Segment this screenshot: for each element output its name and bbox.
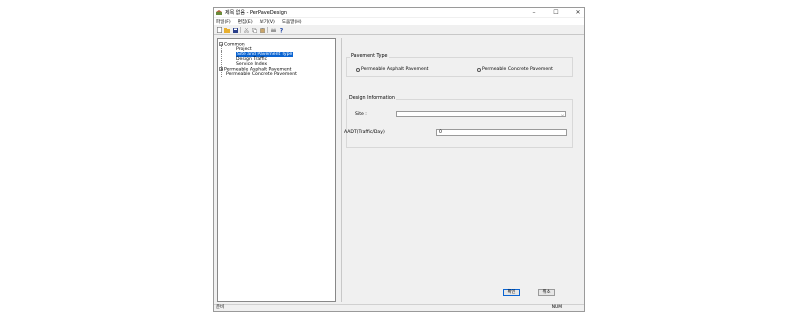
site-label: Site : [355, 112, 367, 117]
site-select[interactable]: ⌵ [396, 111, 566, 117]
radio-permeable-asphalt[interactable]: Permeable Asphalt Pavement [356, 67, 429, 72]
tree-connector-line [221, 51, 222, 77]
pavement-type-title: Pavement Type [350, 54, 389, 59]
expand-icon[interactable]: + [219, 67, 223, 72]
tree-node-permeable-concrete[interactable]: Permeable Concrete Pavement [226, 72, 297, 77]
print-icon[interactable] [270, 27, 276, 33]
toolbar-separator [267, 27, 268, 33]
design-information-group: Design Information Site : ⌵ AADT(Traffic… [344, 96, 573, 148]
radio-circle-icon[interactable] [356, 67, 360, 72]
aadt-label: AADT(Traffic/Day) [344, 130, 385, 135]
menu-file[interactable]: 파일(F) [216, 19, 231, 25]
radio-circle-icon[interactable] [477, 67, 481, 72]
copy-icon[interactable] [251, 27, 257, 33]
app-window: 제목 없음 - PerPaveDesign – ☐ ✕ 파일(F) 편집(E) … [213, 7, 585, 312]
open-folder-icon[interactable] [224, 27, 230, 33]
menu-bar: 파일(F) 편집(E) 보기(V) 도움말(H) [214, 18, 584, 25]
minimize-button[interactable]: – [530, 9, 538, 16]
menu-help[interactable]: 도움말(H) [282, 19, 302, 25]
save-icon[interactable] [232, 27, 238, 33]
design-information-title: Design Information [348, 96, 396, 101]
maximize-button[interactable]: ☐ [552, 9, 560, 16]
cancel-button[interactable]: 취소 [538, 289, 555, 296]
navigation-tree: −Common Project Site and Pavement Type D… [217, 38, 336, 302]
svg-text:?: ? [279, 28, 283, 34]
app-icon [216, 10, 222, 15]
window-title: 제목 없음 - PerPaveDesign [225, 10, 288, 16]
cut-icon[interactable] [243, 27, 249, 33]
radio-permeable-concrete[interactable]: Permeable Concrete Pavement [477, 67, 553, 72]
status-bar: 준비 NUM [214, 304, 584, 311]
ok-button[interactable]: 확인 [503, 289, 520, 296]
collapse-icon[interactable]: − [219, 42, 223, 47]
menu-edit[interactable]: 편집(E) [238, 19, 253, 25]
pavement-type-group: Pavement Type Permeable Asphalt Pavement… [346, 54, 573, 77]
title-bar[interactable]: 제목 없음 - PerPaveDesign – ☐ ✕ [214, 8, 584, 17]
status-text: 준비 [216, 305, 225, 310]
toolbar-separator [240, 27, 241, 33]
close-button[interactable]: ✕ [574, 9, 582, 16]
paste-icon[interactable] [259, 27, 265, 33]
aadt-input[interactable]: 0 [436, 129, 567, 136]
chevron-down-icon[interactable]: ⌵ [561, 112, 564, 117]
num-lock-indicator: NUM [551, 305, 562, 310]
content-panel: Pavement Type Permeable Asphalt Pavement… [341, 38, 580, 302]
help-icon[interactable]: ? [278, 27, 284, 34]
new-file-icon[interactable] [216, 27, 222, 33]
toolbar: ? [214, 26, 584, 35]
menu-view[interactable]: 보기(V) [260, 19, 275, 25]
